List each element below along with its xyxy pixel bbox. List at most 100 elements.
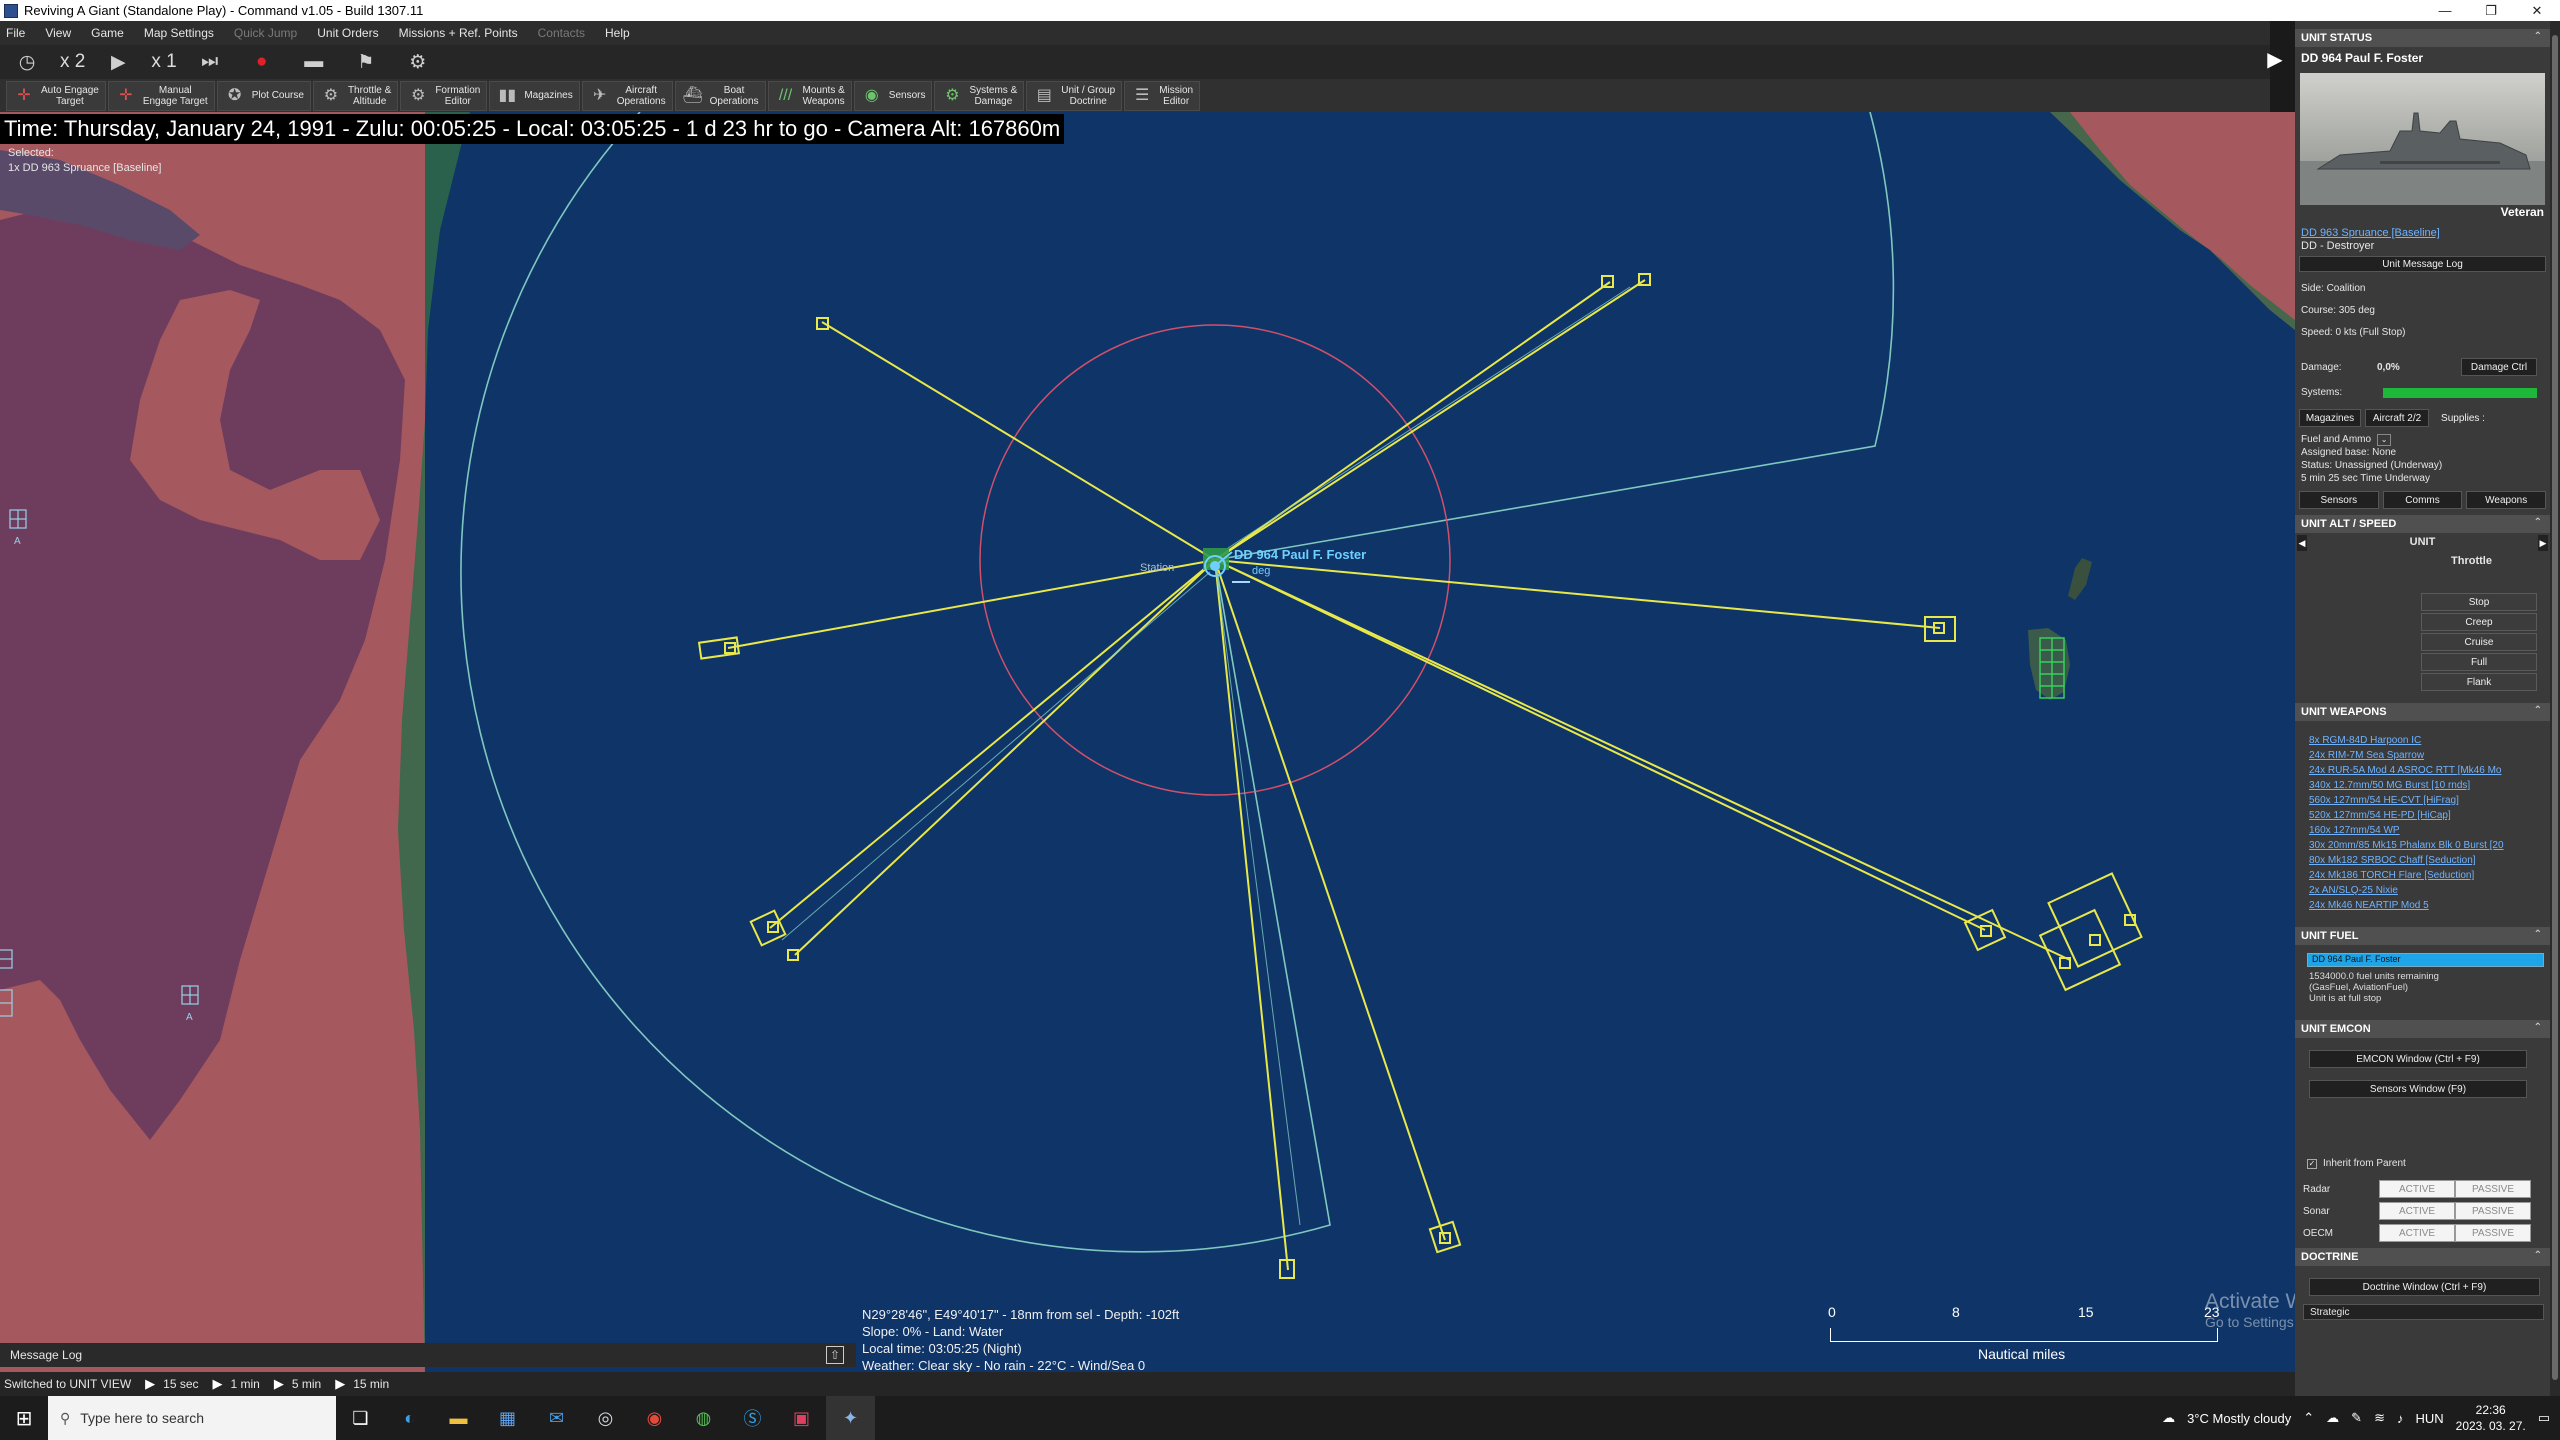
menu-game[interactable]: Game: [91, 26, 124, 40]
task-view-icon[interactable]: ❏: [336, 1396, 385, 1440]
media-icon[interactable]: ▣: [777, 1396, 826, 1440]
weapon-item[interactable]: 520x 127mm/54 HE-PD [HiCap]: [2309, 808, 2550, 823]
boat-operations-button[interactable]: ⛴ Boat Operations: [674, 80, 766, 111]
magazines-button[interactable]: ▮▮ Magazines: [489, 80, 580, 111]
throttle-altitude-button[interactable]: ⚙ Throttle & Altitude: [312, 80, 399, 111]
expand-icon[interactable]: ⇧: [826, 1346, 844, 1364]
weather-icon[interactable]: ☁: [2162, 1410, 2175, 1426]
sensors-button[interactable]: ◉ Sensors: [853, 80, 933, 111]
weapon-item[interactable]: 24x Mk46 NEARTIP Mod 5: [2309, 898, 2550, 913]
sonar-passive-toggle[interactable]: PASSIVE: [2455, 1202, 2531, 1220]
alt-speed-header[interactable]: UNIT ALT / SPEED ⌃: [2295, 515, 2550, 533]
store-icon[interactable]: ▦: [483, 1396, 532, 1440]
menu-view[interactable]: View: [45, 26, 71, 40]
weather-text[interactable]: 3°C Mostly cloudy: [2187, 1411, 2291, 1426]
clock-icon[interactable]: ◷: [8, 49, 46, 75]
skype-icon[interactable]: Ⓢ: [728, 1396, 777, 1440]
comms-tab[interactable]: Comms: [2382, 491, 2463, 509]
weapon-item[interactable]: 24x Mk186 TORCH Flare [Seduction]: [2309, 868, 2550, 883]
manual-engage-button[interactable]: ✛ Manual Engage Target: [107, 80, 215, 111]
speed-multiplier[interactable]: x 2: [60, 51, 85, 73]
step-multiplier[interactable]: x 1: [151, 51, 176, 73]
weapon-item[interactable]: 8x RGM-84D Harpoon IC: [2309, 733, 2550, 748]
doctrine-button[interactable]: ▤ Unit / Group Doctrine: [1026, 80, 1123, 111]
unit-status-header[interactable]: UNIT STATUS ⌃: [2295, 29, 2550, 47]
menu-unit-orders[interactable]: Unit Orders: [317, 26, 378, 40]
language-indicator[interactable]: HUN: [2415, 1411, 2443, 1426]
play-icon[interactable]: ▶: [99, 49, 137, 75]
fuel-header[interactable]: UNIT FUEL ⌃: [2295, 927, 2550, 945]
collapse-icon[interactable]: ⌃: [2534, 705, 2542, 716]
time-jump-15sec[interactable]: ▶ 15 sec: [145, 1376, 198, 1392]
radar-passive-toggle[interactable]: PASSIVE: [2455, 1180, 2531, 1198]
collapse-icon[interactable]: ⌃: [2534, 31, 2542, 42]
collapse-icon[interactable]: ⌃: [2534, 517, 2542, 528]
inherit-checkbox[interactable]: ✓: [2307, 1158, 2317, 1169]
class-link[interactable]: DD 963 Spruance [Baseline]: [2301, 227, 2440, 239]
magazines-tab[interactable]: Magazines: [2299, 409, 2361, 427]
mounts-weapons-button[interactable]: ///Mounts & Weapons: [767, 80, 852, 111]
doctrine-window-button[interactable]: Doctrine Window (Ctrl + F9): [2309, 1278, 2540, 1296]
taskbar-search[interactable]: ⚲ Type here to search: [48, 1396, 336, 1440]
clock[interactable]: 22:36 2023. 03. 27.: [2456, 1402, 2526, 1434]
file-explorer-icon[interactable]: ▬: [434, 1396, 483, 1440]
weapon-item[interactable]: 560x 127mm/54 HE-CVT [HiFrag]: [2309, 793, 2550, 808]
supplies-tab[interactable]: Supplies :: [2433, 409, 2493, 427]
upwork-icon[interactable]: ◍: [679, 1396, 728, 1440]
map-canvas[interactable]: A A DD 964 Paul F. Foster deg Station: [0, 112, 2295, 1377]
plot-course-button[interactable]: ✪ Plot Course: [216, 80, 311, 111]
pen-icon[interactable]: ✎: [2351, 1410, 2362, 1426]
tactical-map[interactable]: A A DD 964 Paul F. Foster deg Station: [0, 112, 2295, 1377]
sidebar-scrollbar[interactable]: [2550, 21, 2560, 1396]
gear-icon[interactable]: ⚙: [399, 49, 437, 75]
strategic-dropdown[interactable]: Strategic: [2303, 1304, 2544, 1320]
aircraft-operations-button[interactable]: ✈ Aircraft Operations: [581, 80, 673, 111]
formation-editor-button[interactable]: ⚙ Formation Editor: [400, 80, 488, 111]
weapon-item[interactable]: 340x 12.7mm/50 MG Burst [10 rnds]: [2309, 778, 2550, 793]
vehicle-icon[interactable]: ▬: [295, 49, 333, 75]
chrome-icon[interactable]: ◉: [630, 1396, 679, 1440]
windows-start-icon[interactable]: ⊞: [0, 1396, 48, 1440]
panel-toggle-icon[interactable]: ▶: [2265, 46, 2285, 72]
menu-file[interactable]: File: [6, 26, 25, 40]
auto-engage-button[interactable]: ✛ Auto Engage Target: [6, 80, 106, 111]
unit-message-log-button[interactable]: Unit Message Log: [2299, 256, 2546, 272]
aircraft-tab[interactable]: Aircraft 2/2: [2365, 409, 2429, 427]
mail-icon[interactable]: ✉: [532, 1396, 581, 1440]
oecm-passive-toggle[interactable]: PASSIVE: [2455, 1224, 2531, 1242]
throttle-creep-button[interactable]: Creep: [2421, 613, 2537, 631]
throttle-stop-button[interactable]: Stop: [2421, 593, 2537, 611]
throttle-flank-button[interactable]: Flank: [2421, 673, 2537, 691]
minimize-icon[interactable]: —: [2422, 0, 2468, 21]
menu-help[interactable]: Help: [605, 26, 630, 40]
throttle-full-button[interactable]: Full: [2421, 653, 2537, 671]
throttle-cruise-button[interactable]: Cruise: [2421, 633, 2537, 651]
sensors-tab[interactable]: Sensors: [2299, 491, 2379, 509]
doctrine-header[interactable]: DOCTRINE ⌃: [2295, 1248, 2550, 1266]
close-icon[interactable]: ✕: [2514, 0, 2560, 21]
restore-icon[interactable]: ❐: [2468, 0, 2514, 21]
steam-icon[interactable]: ◎: [581, 1396, 630, 1440]
emcon-header[interactable]: UNIT EMCON ⌃: [2295, 1020, 2550, 1038]
weapon-item[interactable]: 24x RUR-5A Mod 4 ASROC RTT [Mk46 Mo: [2309, 763, 2550, 778]
weapon-item[interactable]: 24x RIM-7M Sea Sparrow: [2309, 748, 2550, 763]
collapse-icon[interactable]: ⌃: [2534, 929, 2542, 940]
collapse-icon[interactable]: ⌃: [2534, 1250, 2542, 1261]
weapon-item[interactable]: 80x Mk182 SRBOC Chaff [Seduction]: [2309, 853, 2550, 868]
sonar-active-toggle[interactable]: ACTIVE: [2379, 1202, 2455, 1220]
weapons-header[interactable]: UNIT WEAPONS ⌃: [2295, 703, 2550, 721]
time-jump-5min[interactable]: ▶ 5 min: [274, 1376, 321, 1392]
command-app-icon[interactable]: ✦: [826, 1396, 875, 1440]
emcon-window-button[interactable]: EMCON Window (Ctrl + F9): [2309, 1050, 2527, 1068]
volume-icon[interactable]: ♪: [2397, 1411, 2404, 1426]
time-jump-1min[interactable]: ▶ 1 min: [213, 1376, 260, 1392]
menu-map-settings[interactable]: Map Settings: [144, 26, 214, 40]
wifi-icon[interactable]: ≋: [2374, 1410, 2385, 1426]
step-icon[interactable]: ⏭: [191, 49, 229, 75]
oecm-active-toggle[interactable]: ACTIVE: [2379, 1224, 2455, 1242]
weapon-item[interactable]: 160x 127mm/54 WP: [2309, 823, 2550, 838]
tray-chevron-icon[interactable]: ⌃: [2303, 1410, 2314, 1426]
weapon-item[interactable]: 2x AN/SLQ-25 Nixie: [2309, 883, 2550, 898]
systems-damage-button[interactable]: ⚙ Systems & Damage: [934, 80, 1025, 111]
damage-control-button[interactable]: Damage Ctrl: [2461, 358, 2537, 376]
